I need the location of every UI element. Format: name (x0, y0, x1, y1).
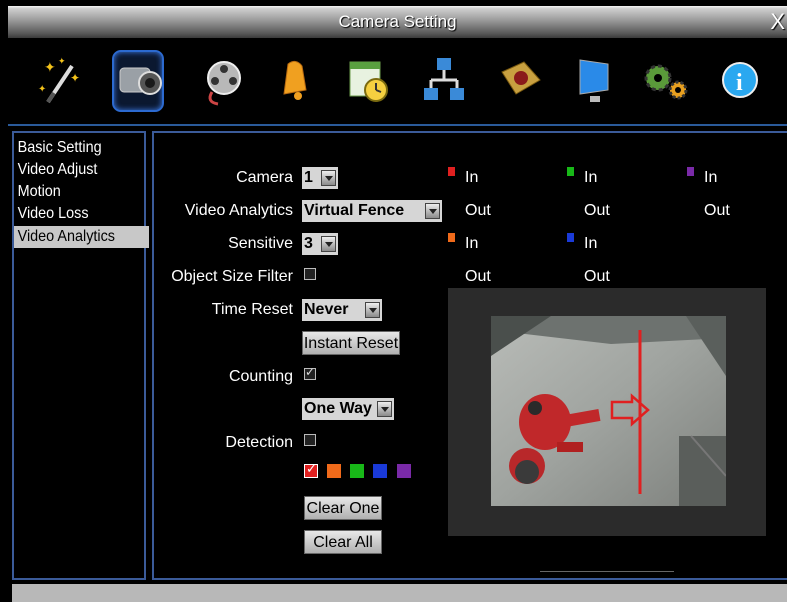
chevron-down-icon (321, 170, 336, 186)
counter-2-color (567, 167, 574, 176)
close-icon[interactable]: X (770, 6, 785, 38)
detection-checkbox[interactable] (304, 434, 316, 446)
counter-3-out: Out (704, 202, 730, 219)
counter-3-in: In (704, 169, 718, 186)
video-analytics-label: Video Analytics (184, 202, 293, 219)
counter-2-out: Out (584, 202, 610, 219)
video-analytics-select-value: Virtual Fence (304, 202, 405, 219)
detection-label: Detection (225, 434, 293, 451)
sidebar-item-video-loss[interactable]: Video Loss (14, 203, 131, 225)
counting-direction-value: One Way (304, 400, 372, 417)
line-swatch-orange[interactable] (327, 464, 341, 478)
camera-select-value: 1 (304, 169, 313, 186)
sensitive-select[interactable]: 3 (302, 233, 338, 255)
sidebar-item-basic-setting[interactable]: Basic Setting (14, 137, 131, 159)
counting-direction-select[interactable]: One Way (302, 398, 394, 420)
camera-label: Camera (236, 169, 293, 186)
sidebar-item-video-adjust[interactable]: Video Adjust (14, 159, 131, 181)
counter-5-in: In (584, 235, 598, 252)
counter-1-out: Out (465, 202, 491, 219)
sidebar-item-video-analytics[interactable]: Video Analytics (14, 226, 149, 248)
svg-text:i: i (736, 70, 743, 96)
line-swatch-green[interactable] (350, 464, 364, 478)
video-reel-icon[interactable] (198, 52, 250, 110)
alarm-bell-icon[interactable] (270, 52, 322, 110)
sensitive-select-value: 3 (304, 235, 313, 252)
counter-3-color (687, 167, 694, 176)
object-size-filter-label: Object Size Filter (171, 268, 293, 285)
chevron-down-icon (377, 401, 392, 417)
counter-4-color (448, 233, 455, 242)
network-icon[interactable] (418, 52, 470, 110)
info-icon[interactable]: i (714, 52, 766, 110)
object-size-filter-checkbox[interactable] (304, 268, 316, 280)
main-toolbar: ✦ ✦ ✦ ✦ i (8, 38, 787, 126)
camera-icon[interactable] (112, 50, 164, 112)
line-swatch-purple[interactable] (397, 464, 411, 478)
chevron-down-icon (425, 203, 440, 219)
chevron-down-icon (321, 236, 336, 252)
counter-5-out: Out (584, 268, 610, 285)
clear-all-button[interactable]: Clear All (304, 530, 382, 554)
sidebar-item-motion[interactable]: Motion (14, 181, 131, 203)
svg-text:✦: ✦ (38, 84, 46, 95)
svg-text:✦: ✦ (70, 71, 80, 85)
schedule-icon[interactable] (344, 52, 396, 110)
wizard-wand-icon[interactable]: ✦ ✦ ✦ ✦ (36, 52, 88, 110)
hdd-storage-icon[interactable] (494, 52, 546, 110)
video-analytics-select[interactable]: Virtual Fence (302, 200, 442, 222)
counting-checkbox[interactable] (304, 365, 316, 380)
counter-1-in: In (465, 169, 479, 186)
time-reset-select-value: Never (304, 301, 349, 318)
window-title-bar: Camera Setting X (8, 6, 787, 38)
direction-arrow-icon (610, 393, 650, 427)
window-title: Camera Setting (338, 12, 457, 31)
svg-text:✦: ✦ (44, 59, 56, 75)
settings-sidebar: Basic Setting Video Adjust Motion Video … (12, 131, 149, 580)
line-swatch-red[interactable]: ✓ (304, 461, 318, 478)
check-icon: ✓ (306, 461, 317, 476)
svg-text:✦: ✦ (58, 56, 66, 66)
chevron-down-icon (365, 302, 380, 318)
time-reset-label: Time Reset (211, 301, 293, 318)
counter-4-in: In (465, 235, 479, 252)
counter-5-color (567, 233, 574, 242)
clear-one-button[interactable]: Clear One (304, 496, 382, 520)
counter-1-color (448, 167, 455, 176)
counting-label: Counting (228, 368, 293, 385)
monitor-icon[interactable] (568, 52, 620, 110)
time-reset-select[interactable]: Never (302, 299, 382, 321)
counter-4-out: Out (465, 268, 491, 285)
instant-reset-button[interactable]: Instant Reset (302, 331, 400, 355)
system-gears-icon[interactable] (640, 52, 692, 110)
virtual-fence-overlay[interactable] (600, 326, 660, 496)
line-swatch-blue[interactable] (373, 464, 387, 478)
status-bar (12, 584, 787, 602)
counter-2-in: In (584, 169, 598, 186)
camera-select[interactable]: 1 (302, 167, 338, 189)
divider-line (540, 571, 674, 572)
sensitive-label: Sensitive (228, 235, 293, 252)
